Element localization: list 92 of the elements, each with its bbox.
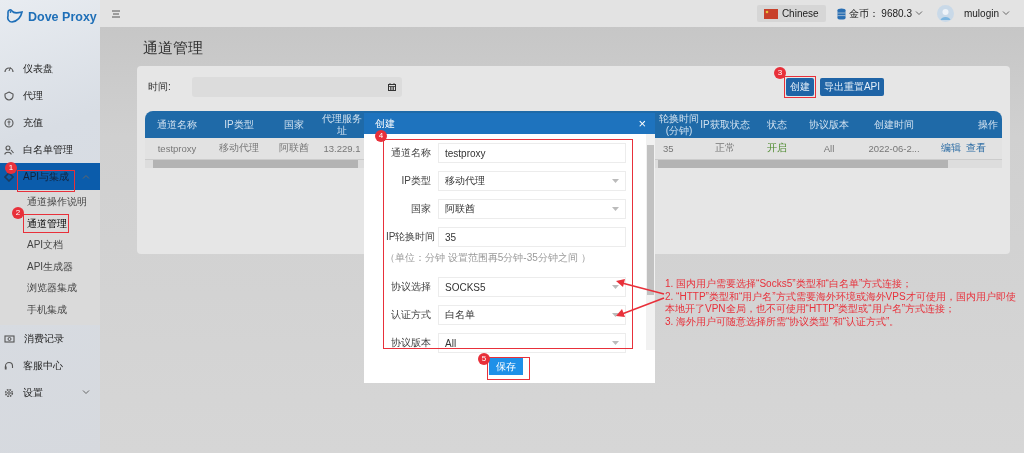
caret-icon	[612, 313, 619, 317]
highlight-frame	[487, 357, 530, 380]
field-label: 通道名称	[390, 146, 431, 160]
action-link[interactable]: 查看	[966, 142, 986, 155]
select-field[interactable]: 移动代理	[438, 171, 626, 191]
field-label: 协议版本	[390, 336, 431, 350]
note-text: 3. 海外用户可随意选择所需“协议类型”和“认证方式”。	[665, 315, 901, 328]
date-field[interactable]	[191, 77, 402, 97]
select-field[interactable]: SOCKS5	[438, 277, 626, 297]
avatar-icon[interactable]	[936, 5, 954, 22]
submenu-item[interactable]: 通道管理	[26, 212, 68, 234]
table-cell: 2022-06-2...	[868, 143, 920, 154]
status-text: 开启	[767, 142, 787, 155]
headset-icon	[4, 360, 14, 371]
sidebar-item[interactable]: 设置	[0, 379, 100, 406]
gauge-icon	[4, 64, 14, 73]
highlight-frame	[783, 76, 816, 98]
diamond-icon	[4, 171, 14, 182]
sidebar-item[interactable]: 消费记录	[0, 325, 100, 352]
sidebar-item[interactable]: 充值	[0, 109, 100, 136]
scrollbar[interactable]	[646, 134, 655, 350]
coin-icon	[4, 117, 14, 128]
caret-icon	[612, 207, 619, 211]
table-cell: All	[823, 143, 835, 154]
input-field[interactable]: testproxy	[438, 143, 626, 163]
chevron-down-icon	[1002, 11, 1010, 16]
column-header: 代理服务址	[322, 113, 362, 136]
close-icon[interactable]: ×	[638, 116, 646, 131]
wallet-icon	[4, 334, 15, 343]
field-label: 国家	[410, 202, 431, 216]
table-cell: 正常	[715, 142, 735, 155]
column-header: 协议版本	[809, 117, 849, 132]
highlight-frame	[23, 214, 69, 233]
column-header: 状态	[767, 117, 787, 132]
column-header: 创建时间	[874, 117, 914, 132]
column-header: IP类型	[224, 117, 254, 132]
caret-icon	[612, 285, 619, 289]
note-text: 1. 国内用户需要选择“Socks5”类型和“白名单”方式连接；	[665, 278, 914, 291]
column-header: 国家	[284, 117, 304, 132]
field-label: 认证方式	[390, 308, 431, 322]
hint-text: （单位：分钟 设置范围再5分钟-35分钟之间 ）	[385, 251, 592, 265]
dialog-title: 创建	[375, 116, 395, 131]
export-button[interactable]: 导出重置API	[819, 78, 884, 96]
table-cell: 移动代理	[219, 142, 259, 155]
scrollbar-thumb[interactable]	[658, 160, 948, 168]
select-field[interactable]: All	[438, 333, 626, 353]
column-header: 通道名称	[157, 117, 197, 132]
sidebar-item[interactable]: 客服中心	[0, 352, 100, 379]
brand-name: Dove Proxy	[28, 9, 97, 24]
field-label: 协议选择	[390, 280, 431, 294]
sidebar-item[interactable]: 代理	[0, 82, 100, 109]
caret-icon	[612, 341, 619, 345]
chevron-up-icon	[82, 174, 90, 179]
column-header: 轮换时间(分钟)	[659, 113, 699, 136]
flag-icon	[763, 8, 778, 19]
submenu-item[interactable]: 浏览器集成	[26, 277, 78, 299]
table-cell: 13.229.1	[323, 143, 361, 154]
input-field[interactable]: 35	[438, 227, 626, 247]
column-header: IP获取状态	[700, 117, 750, 132]
select-field[interactable]: 阿联酋	[438, 199, 626, 219]
arrow	[616, 297, 665, 317]
select-field[interactable]: 白名单	[438, 305, 626, 325]
chevron-down-icon	[82, 390, 90, 395]
submenu-item[interactable]: API文档	[26, 234, 65, 256]
caret-icon	[612, 179, 619, 183]
menu-icon[interactable]	[112, 9, 120, 18]
calendar-icon	[387, 83, 396, 91]
scrollbar-thumb[interactable]	[153, 160, 358, 168]
table-cell: 阿联酋	[279, 142, 309, 155]
arrow	[616, 279, 665, 295]
chevron-down-icon	[914, 11, 923, 16]
coin-stack-icon	[836, 7, 846, 20]
filter-label: 时间:	[148, 80, 171, 94]
submenu-item[interactable]: 通道操作说明	[26, 191, 88, 213]
sidebar-item[interactable]: 仪表盘	[0, 55, 100, 82]
shield-icon	[4, 90, 14, 101]
user-icon	[4, 144, 14, 155]
page-title: 通道管理	[143, 39, 204, 58]
submenu-item[interactable]: 手机集成	[26, 298, 68, 320]
create-button[interactable]: 创建	[785, 78, 814, 96]
highlight-frame	[17, 170, 75, 192]
sidebar-item[interactable]: 白名单管理	[0, 136, 100, 163]
column-header: 操作	[978, 117, 998, 132]
note-text: 2. “HTTP”类型和“用户名”方式需要海外环境或海外VPS才可使用，国内用户即使本地开了VPN全局，也不可使用“HTTP”类型或“用户名”方式连接；	[665, 290, 1017, 316]
action-link[interactable]: 编辑	[941, 142, 961, 155]
user-name[interactable]: mulogin	[963, 8, 999, 19]
submenu-item[interactable]: API生成器	[26, 255, 75, 277]
language-button[interactable]: Chinese	[756, 5, 826, 22]
table-cell: 35	[663, 143, 674, 154]
coin-balance[interactable]: 金币： 9680.3	[848, 6, 912, 21]
table-cell: testproxy	[157, 143, 197, 154]
field-label: IP类型	[400, 174, 431, 188]
